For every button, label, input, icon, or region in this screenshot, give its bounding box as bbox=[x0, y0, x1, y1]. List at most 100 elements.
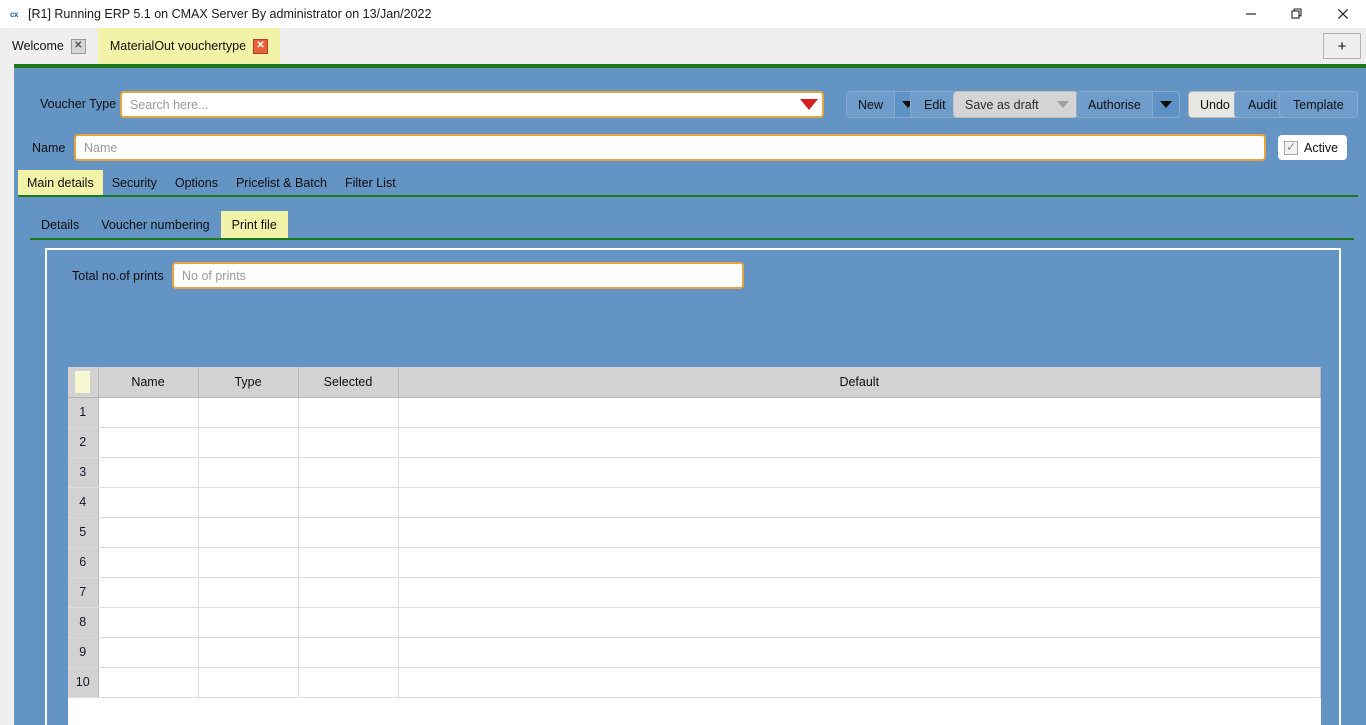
cell-name[interactable] bbox=[98, 487, 199, 518]
row-number-cell[interactable]: 3 bbox=[68, 457, 99, 488]
cell-type[interactable] bbox=[198, 397, 299, 428]
table-row[interactable]: 10 bbox=[68, 667, 1321, 698]
cell-selected[interactable] bbox=[298, 607, 399, 638]
select-all-swatch[interactable] bbox=[75, 370, 91, 393]
row-number-cell[interactable]: 8 bbox=[68, 607, 99, 638]
cell-default[interactable] bbox=[398, 517, 1321, 548]
cell-name[interactable] bbox=[98, 517, 199, 548]
row-number-cell[interactable]: 10 bbox=[68, 667, 99, 698]
restore-icon[interactable] bbox=[1274, 0, 1320, 28]
grid-header-name[interactable]: Name bbox=[98, 367, 199, 398]
cell-selected[interactable] bbox=[298, 667, 399, 698]
cell-type[interactable] bbox=[198, 457, 299, 488]
minimize-icon[interactable] bbox=[1228, 0, 1274, 28]
voucher-type-search-field[interactable] bbox=[120, 91, 824, 118]
cell-selected[interactable] bbox=[298, 517, 399, 548]
subtab-voucher-numbering[interactable]: Voucher numbering bbox=[90, 211, 220, 238]
tab-main-details[interactable]: Main details bbox=[18, 170, 103, 195]
grid-header-default[interactable]: Default bbox=[398, 367, 1321, 398]
cell-default[interactable] bbox=[398, 487, 1321, 518]
authorise-dropdown-icon[interactable] bbox=[1151, 92, 1179, 117]
cell-name[interactable] bbox=[98, 607, 199, 638]
active-checkbox[interactable]: ✓ Active bbox=[1278, 135, 1348, 160]
cell-type[interactable] bbox=[198, 517, 299, 548]
dropdown-arrow-icon[interactable] bbox=[796, 93, 822, 116]
cell-name[interactable] bbox=[98, 427, 199, 458]
cell-selected[interactable] bbox=[298, 577, 399, 608]
cell-selected[interactable] bbox=[298, 457, 399, 488]
total-prints-field[interactable] bbox=[172, 262, 744, 289]
doc-tab-close-icon[interactable]: ✕ bbox=[253, 38, 269, 54]
cell-default[interactable] bbox=[398, 427, 1321, 458]
row-number-cell[interactable]: 6 bbox=[68, 547, 99, 578]
table-row[interactable]: 5 bbox=[68, 517, 1321, 548]
cell-type[interactable] bbox=[198, 487, 299, 518]
tab-options[interactable]: Options bbox=[166, 170, 227, 195]
grid-header-corner[interactable] bbox=[68, 367, 99, 398]
template-button[interactable]: Template bbox=[1279, 91, 1358, 118]
tab-pricelist-batch[interactable]: Pricelist & Batch bbox=[227, 170, 336, 195]
row-number-cell[interactable]: 7 bbox=[68, 577, 99, 608]
tab-filter-list[interactable]: Filter List bbox=[336, 170, 405, 195]
cell-name[interactable] bbox=[98, 397, 199, 428]
cell-selected[interactable] bbox=[298, 637, 399, 668]
table-row[interactable]: 2 bbox=[68, 427, 1321, 458]
subtab-print-file[interactable]: Print file bbox=[220, 211, 288, 238]
sub-tab-bar: Details Voucher numbering Print file bbox=[30, 211, 288, 238]
close-icon[interactable] bbox=[1320, 0, 1366, 28]
table-row[interactable]: 4 bbox=[68, 487, 1321, 518]
cell-default[interactable] bbox=[398, 667, 1321, 698]
cell-selected[interactable] bbox=[298, 427, 399, 458]
cell-type[interactable] bbox=[198, 427, 299, 458]
new-tab-button[interactable]: + bbox=[1323, 33, 1361, 59]
cell-default[interactable] bbox=[398, 607, 1321, 638]
cell-default[interactable] bbox=[398, 577, 1321, 608]
cell-default[interactable] bbox=[398, 457, 1321, 488]
cell-name[interactable] bbox=[98, 457, 199, 488]
cell-name[interactable] bbox=[98, 667, 199, 698]
grid-body: 1 2 3 4 5 6 7 8 9 10 bbox=[68, 397, 1321, 698]
row-number-cell[interactable]: 1 bbox=[68, 397, 99, 428]
table-row[interactable]: 7 bbox=[68, 577, 1321, 608]
cell-type[interactable] bbox=[198, 667, 299, 698]
cell-selected[interactable] bbox=[298, 397, 399, 428]
cell-name[interactable] bbox=[98, 577, 199, 608]
cell-default[interactable] bbox=[398, 547, 1321, 578]
cell-default[interactable] bbox=[398, 397, 1321, 428]
grid-header-type[interactable]: Type bbox=[198, 367, 299, 398]
subtab-details[interactable]: Details bbox=[30, 211, 90, 238]
table-row[interactable]: 1 bbox=[68, 397, 1321, 428]
cell-name[interactable] bbox=[98, 637, 199, 668]
doc-tab-close-icon[interactable]: ✕ bbox=[70, 38, 86, 54]
doc-tab-welcome[interactable]: Welcome ✕ bbox=[0, 28, 98, 64]
search-input[interactable] bbox=[122, 93, 796, 116]
row-number-cell[interactable]: 9 bbox=[68, 637, 99, 668]
cell-type[interactable] bbox=[198, 547, 299, 578]
cell-type[interactable] bbox=[198, 607, 299, 638]
active-checkbox-box[interactable]: ✓ bbox=[1284, 140, 1298, 155]
doc-tab-materialout-vouchertype[interactable]: MaterialOut vouchertype ✕ bbox=[97, 28, 281, 64]
table-row[interactable]: 6 bbox=[68, 547, 1321, 578]
row-number-cell[interactable]: 5 bbox=[68, 517, 99, 548]
cell-default[interactable] bbox=[398, 637, 1321, 668]
row-number-cell[interactable]: 2 bbox=[68, 427, 99, 458]
cell-selected[interactable] bbox=[298, 547, 399, 578]
cell-type[interactable] bbox=[198, 637, 299, 668]
print-file-grid[interactable]: Name Type Selected Default 1 2 3 4 5 6 7 8 9 10 bbox=[68, 367, 1321, 725]
window-controls bbox=[1228, 0, 1366, 28]
table-row[interactable]: 3 bbox=[68, 457, 1321, 488]
table-row[interactable]: 8 bbox=[68, 607, 1321, 638]
tab-security[interactable]: Security bbox=[103, 170, 166, 195]
cell-type[interactable] bbox=[198, 577, 299, 608]
cell-selected[interactable] bbox=[298, 487, 399, 518]
cell-name[interactable] bbox=[98, 547, 199, 578]
grid-header-selected[interactable]: Selected bbox=[298, 367, 399, 398]
total-prints-input[interactable] bbox=[174, 264, 742, 287]
table-row[interactable]: 9 bbox=[68, 637, 1321, 668]
row-number-cell[interactable]: 4 bbox=[68, 487, 99, 518]
save-as-draft-button: Save as draft bbox=[953, 91, 1078, 118]
form-content-area: Voucher Type New Edit Save as draft Auth… bbox=[14, 68, 1366, 725]
authorise-button[interactable]: Authorise bbox=[1076, 91, 1180, 118]
name-field[interactable] bbox=[74, 134, 1266, 161]
name-input[interactable] bbox=[76, 136, 1264, 159]
